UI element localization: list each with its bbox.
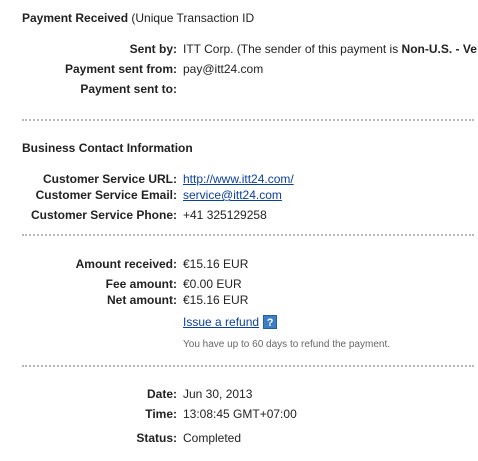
sent-by-value: ITT Corp. (The sender of this payment is…: [183, 42, 477, 56]
business-heading: Business Contact Information: [22, 141, 193, 155]
status-value: Completed: [183, 431, 242, 445]
sent-by-region: Non-U.S. - Ve: [401, 42, 477, 56]
time-label: Time:: [145, 407, 177, 421]
page-title: Payment Received (Unique Transaction ID: [22, 11, 254, 25]
cs-email-link[interactable]: service@itt24.com: [183, 188, 282, 202]
time-value: 13:08:45 GMT+07:00: [183, 407, 297, 421]
fee-amount-label: Fee amount:: [105, 277, 177, 291]
refund-row: Issue a refund ?: [183, 315, 278, 329]
help-icon[interactable]: ?: [263, 315, 278, 329]
issue-refund-link[interactable]: Issue a refund: [183, 315, 259, 329]
cs-phone-value: +41 325129258: [183, 208, 267, 222]
cs-email-label: Customer Service Email:: [35, 188, 177, 202]
amount-received-value: €15.16 EUR: [183, 257, 249, 271]
sent-by-label: Sent by:: [129, 42, 177, 56]
net-amount-value: €15.16 EUR: [183, 293, 249, 307]
cs-url-link[interactable]: http://www.itt24.com/: [183, 172, 294, 186]
separator: [22, 365, 474, 367]
title-rest: (Unique Transaction ID: [128, 11, 255, 25]
amount-received-label: Amount received:: [75, 257, 177, 271]
separator: [22, 234, 474, 236]
separator: [22, 119, 474, 121]
net-amount-label: Net amount:: [107, 293, 177, 307]
sent-by-text: ITT Corp. (The sender of this payment is: [183, 42, 402, 56]
fee-amount-value: €0.00 EUR: [183, 277, 242, 291]
cs-url-label: Customer Service URL:: [42, 172, 177, 186]
refund-note: You have up to 60 days to refund the pay…: [183, 339, 391, 350]
sent-from-label: Payment sent from:: [64, 62, 177, 76]
status-label: Status:: [136, 431, 177, 445]
title-bold: Payment Received: [22, 11, 129, 25]
sent-from-value: pay@itt24.com: [183, 62, 264, 76]
date-value: Jun 30, 2013: [183, 387, 253, 401]
sent-to-label: Payment sent to:: [80, 82, 177, 96]
date-label: Date:: [146, 387, 177, 401]
cs-phone-label: Customer Service Phone:: [30, 208, 177, 222]
